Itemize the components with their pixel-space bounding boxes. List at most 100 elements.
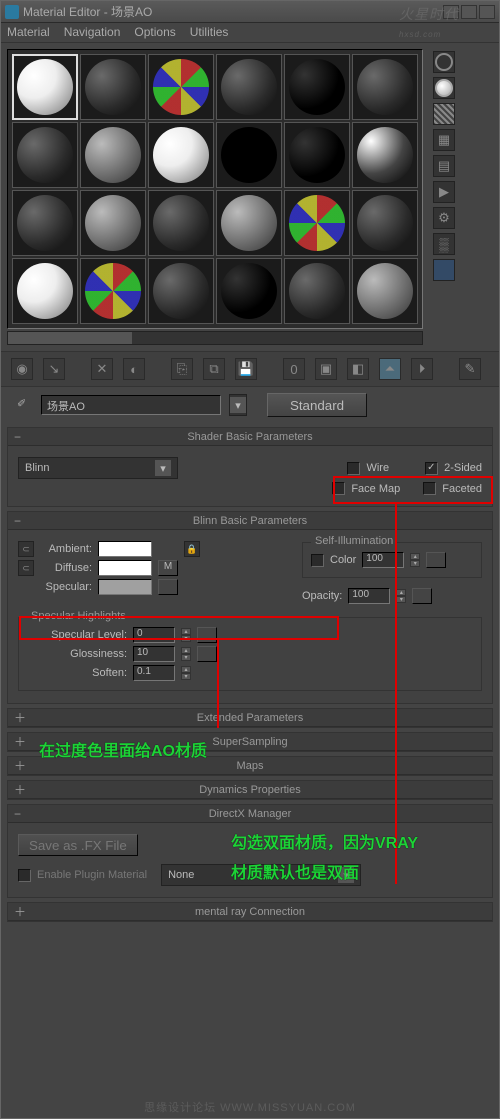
material-type-button[interactable]: Standard (267, 393, 367, 417)
sample-slot-14[interactable] (80, 190, 146, 256)
sample-slot-3[interactable] (148, 54, 214, 120)
spinner-buttons[interactable]: ▴▾ (181, 666, 191, 680)
ambient-label: Ambient: (40, 543, 92, 555)
faceted-checkbox[interactable] (423, 482, 436, 495)
pick-from-object-icon[interactable]: ✎ (459, 358, 481, 380)
sample-slot-13[interactable] (12, 190, 78, 256)
maximize-button[interactable] (461, 5, 477, 19)
rollup-head-shader-basic[interactable]: − Shader Basic Parameters (8, 428, 492, 446)
glossiness-map-button[interactable] (197, 646, 217, 662)
backlight-icon[interactable] (433, 77, 455, 99)
sample-scrollbar-h[interactable] (7, 331, 423, 345)
sample-slot-8[interactable] (80, 122, 146, 188)
selfillum-spinner[interactable]: 100 (362, 552, 404, 568)
spinner-buttons[interactable]: ▴▾ (396, 589, 406, 603)
specular-level-spinner[interactable]: 0 (133, 627, 175, 643)
rollup-head-blinn-basic[interactable]: − Blinn Basic Parameters (8, 512, 492, 530)
spinner-buttons[interactable]: ▴▾ (181, 647, 191, 661)
ambient-swatch[interactable] (98, 541, 152, 557)
sample-slot-21[interactable] (148, 258, 214, 324)
sample-slot-2[interactable] (80, 54, 146, 120)
lock-diffuse-specular-icon[interactable]: ⊂ (18, 560, 34, 576)
sample-slot-12[interactable] (352, 122, 418, 188)
background-icon[interactable] (433, 103, 455, 125)
rollup-head-dynamics[interactable]: ＋Dynamics Properties (8, 781, 492, 799)
lock-ambient-icon[interactable]: 🔒 (184, 541, 200, 557)
sample-slot-22[interactable] (216, 258, 282, 324)
menu-options[interactable]: Options (134, 25, 175, 40)
get-material-icon[interactable]: ◉ (11, 358, 33, 380)
lock-ambient-diffuse-icon[interactable]: ⊂ (18, 541, 34, 557)
opacity-spinner[interactable]: 100 (348, 588, 390, 604)
specular-map-button[interactable] (158, 579, 178, 595)
sample-slot-1[interactable] (12, 54, 78, 120)
sample-slot-5[interactable] (284, 54, 350, 120)
sample-slot-4[interactable] (216, 54, 282, 120)
sample-slot-7[interactable] (12, 122, 78, 188)
put-to-library-icon[interactable]: 💾 (235, 358, 257, 380)
reset-icon[interactable]: ◐ (123, 358, 145, 380)
selfillum-color-checkbox[interactable] (311, 554, 324, 567)
material-name-dropdown[interactable]: ▾ (229, 394, 247, 416)
go-forward-icon[interactable]: ⏵ (411, 358, 433, 380)
menu-navigation[interactable]: Navigation (64, 25, 121, 40)
assign-icon[interactable]: ✕ (91, 358, 113, 380)
options-icon[interactable]: ⚙ (433, 207, 455, 229)
sample-slot-17[interactable] (284, 190, 350, 256)
sample-slot-24[interactable] (352, 258, 418, 324)
diffuse-swatch[interactable] (98, 560, 152, 576)
spinner-buttons[interactable]: ▴▾ (410, 553, 420, 567)
menu-material[interactable]: Material (7, 25, 50, 40)
sample-uv-icon[interactable]: ▦ (433, 129, 455, 151)
select-by-material-icon[interactable]: ▒ (433, 233, 455, 255)
annotation-text-diffuse: 在过度色里面给AO材质 (39, 737, 207, 761)
sample-slots-area (1, 43, 429, 351)
soften-spinner[interactable]: 0.1 (133, 665, 175, 681)
enable-plugin-label: Enable Plugin Material (37, 869, 147, 881)
sample-slot-20[interactable] (80, 258, 146, 324)
rollup-head-directx[interactable]: −DirectX Manager (8, 805, 492, 823)
sample-slot-9[interactable] (148, 122, 214, 188)
material-editor-window: Material Editor - 场景AO 火星时代hxsd.com Mate… (0, 0, 500, 1119)
video-check-icon[interactable]: ▤ (433, 155, 455, 177)
glossiness-spinner[interactable]: 10 (133, 646, 175, 662)
close-button[interactable] (479, 5, 495, 19)
sample-slot-16[interactable] (216, 190, 282, 256)
pick-material-icon[interactable]: ✐ (17, 397, 33, 413)
opacity-map-button[interactable] (412, 588, 432, 604)
specular-highlights-group: Specular Highlights Specular Level: 0 ▴▾… (18, 617, 482, 691)
specular-level-map-button[interactable] (197, 627, 217, 643)
sample-type-icon[interactable] (433, 51, 455, 73)
selfillum-map-button[interactable] (426, 552, 446, 568)
make-copy-icon[interactable]: ⎘ (171, 358, 193, 380)
shader-type-combo[interactable]: Blinn▾ (18, 457, 178, 479)
self-illumination-group: Self-Illumination Color 100 ▴▾ (302, 542, 482, 578)
two-sided-checkbox[interactable] (425, 462, 438, 475)
sample-slot-11[interactable] (284, 122, 350, 188)
face-map-checkbox[interactable] (332, 482, 345, 495)
sample-slot-15[interactable] (148, 190, 214, 256)
material-id-icon[interactable]: 0 (283, 358, 305, 380)
sample-slot-23[interactable] (284, 258, 350, 324)
make-unique-icon[interactable]: ⧉ (203, 358, 225, 380)
put-to-scene-icon[interactable]: ↘ (43, 358, 65, 380)
sample-slot-10[interactable] (216, 122, 282, 188)
go-to-parent-icon[interactable]: ⏶ (379, 358, 401, 380)
show-in-viewport-icon[interactable]: ▣ (315, 358, 337, 380)
material-name-input[interactable]: 场景AO (41, 395, 221, 415)
spinner-buttons[interactable]: ▴▾ (181, 628, 191, 642)
sample-slot-6[interactable] (352, 54, 418, 120)
show-end-result-icon[interactable]: ◧ (347, 358, 369, 380)
enable-plugin-checkbox[interactable] (18, 869, 31, 882)
specular-swatch[interactable] (98, 579, 152, 595)
preview-icon[interactable]: ▶ (433, 181, 455, 203)
diffuse-map-button[interactable]: M (158, 560, 178, 576)
sample-slot-19[interactable] (12, 258, 78, 324)
wire-checkbox[interactable] (347, 462, 360, 475)
rollup-head-mental-ray[interactable]: ＋mental ray Connection (8, 903, 492, 921)
sample-slot-18[interactable] (352, 190, 418, 256)
menu-utilities[interactable]: Utilities (190, 25, 229, 40)
rollup-head-extended[interactable]: ＋Extended Parameters (8, 709, 492, 727)
material-effects-icon[interactable] (433, 259, 455, 281)
save-fx-button[interactable]: Save as .FX File (18, 834, 138, 856)
